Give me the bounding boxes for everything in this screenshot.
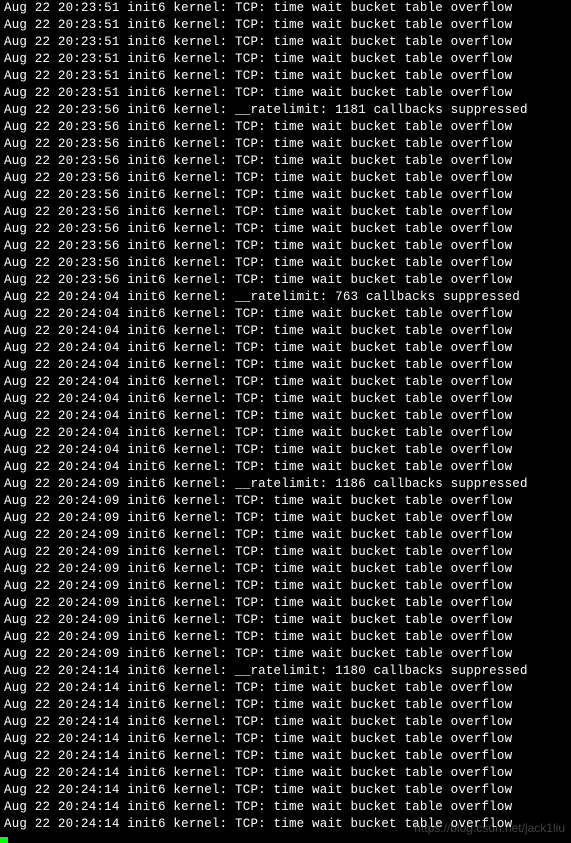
log-line: Aug 22 20:23:51 init6 kernel: TCP: time … — [4, 68, 567, 85]
log-line: Aug 22 20:23:56 init6 kernel: TCP: time … — [4, 272, 567, 289]
log-line: Aug 22 20:24:09 init6 kernel: TCP: time … — [4, 612, 567, 629]
terminal-cursor — [0, 837, 8, 843]
log-line: Aug 22 20:24:14 init6 kernel: TCP: time … — [4, 782, 567, 799]
log-line: Aug 22 20:24:09 init6 kernel: TCP: time … — [4, 527, 567, 544]
log-line: Aug 22 20:24:04 init6 kernel: TCP: time … — [4, 306, 567, 323]
log-line: Aug 22 20:24:04 init6 kernel: TCP: time … — [4, 323, 567, 340]
log-line: Aug 22 20:24:04 init6 kernel: TCP: time … — [4, 391, 567, 408]
log-line: Aug 22 20:24:14 init6 kernel: TCP: time … — [4, 680, 567, 697]
log-line: Aug 22 20:23:51 init6 kernel: TCP: time … — [4, 34, 567, 51]
log-line: Aug 22 20:24:04 init6 kernel: __ratelimi… — [4, 289, 567, 306]
log-line: Aug 22 20:23:56 init6 kernel: TCP: time … — [4, 204, 567, 221]
log-line: Aug 22 20:24:14 init6 kernel: TCP: time … — [4, 816, 567, 833]
log-line: Aug 22 20:24:04 init6 kernel: TCP: time … — [4, 408, 567, 425]
log-line: Aug 22 20:24:04 init6 kernel: TCP: time … — [4, 340, 567, 357]
log-line: Aug 22 20:23:51 init6 kernel: TCP: time … — [4, 17, 567, 34]
log-line: Aug 22 20:24:09 init6 kernel: TCP: time … — [4, 510, 567, 527]
log-line: Aug 22 20:23:56 init6 kernel: TCP: time … — [4, 221, 567, 238]
log-line: Aug 22 20:23:51 init6 kernel: TCP: time … — [4, 0, 567, 17]
log-line: Aug 22 20:23:56 init6 kernel: __ratelimi… — [4, 102, 567, 119]
log-line: Aug 22 20:23:51 init6 kernel: TCP: time … — [4, 51, 567, 68]
log-line: Aug 22 20:24:14 init6 kernel: TCP: time … — [4, 697, 567, 714]
log-line: Aug 22 20:24:14 init6 kernel: TCP: time … — [4, 765, 567, 782]
log-line: Aug 22 20:24:04 init6 kernel: TCP: time … — [4, 425, 567, 442]
log-line: Aug 22 20:24:04 init6 kernel: TCP: time … — [4, 374, 567, 391]
log-line: Aug 22 20:24:09 init6 kernel: TCP: time … — [4, 493, 567, 510]
log-line: Aug 22 20:24:09 init6 kernel: TCP: time … — [4, 629, 567, 646]
log-line: Aug 22 20:24:09 init6 kernel: TCP: time … — [4, 544, 567, 561]
log-line: Aug 22 20:23:56 init6 kernel: TCP: time … — [4, 136, 567, 153]
terminal-output: Aug 22 20:23:51 init6 kernel: TCP: time … — [0, 0, 571, 833]
log-line: Aug 22 20:24:14 init6 kernel: TCP: time … — [4, 731, 567, 748]
log-line: Aug 22 20:23:56 init6 kernel: TCP: time … — [4, 187, 567, 204]
log-line: Aug 22 20:23:56 init6 kernel: TCP: time … — [4, 170, 567, 187]
log-line: Aug 22 20:24:14 init6 kernel: TCP: time … — [4, 799, 567, 816]
log-line: Aug 22 20:23:56 init6 kernel: TCP: time … — [4, 238, 567, 255]
log-line: Aug 22 20:24:04 init6 kernel: TCP: time … — [4, 442, 567, 459]
log-line: Aug 22 20:24:04 init6 kernel: TCP: time … — [4, 459, 567, 476]
log-line: Aug 22 20:24:14 init6 kernel: TCP: time … — [4, 714, 567, 731]
log-line: Aug 22 20:24:09 init6 kernel: __ratelimi… — [4, 476, 567, 493]
log-line: Aug 22 20:24:14 init6 kernel: __ratelimi… — [4, 663, 567, 680]
log-line: Aug 22 20:24:09 init6 kernel: TCP: time … — [4, 595, 567, 612]
log-line: Aug 22 20:23:56 init6 kernel: TCP: time … — [4, 255, 567, 272]
log-line: Aug 22 20:24:14 init6 kernel: TCP: time … — [4, 748, 567, 765]
log-line: Aug 22 20:24:09 init6 kernel: TCP: time … — [4, 561, 567, 578]
log-line: Aug 22 20:23:51 init6 kernel: TCP: time … — [4, 85, 567, 102]
log-line: Aug 22 20:24:09 init6 kernel: TCP: time … — [4, 646, 567, 663]
log-line: Aug 22 20:23:56 init6 kernel: TCP: time … — [4, 119, 567, 136]
log-line: Aug 22 20:24:09 init6 kernel: TCP: time … — [4, 578, 567, 595]
log-line: Aug 22 20:23:56 init6 kernel: TCP: time … — [4, 153, 567, 170]
log-line: Aug 22 20:24:04 init6 kernel: TCP: time … — [4, 357, 567, 374]
